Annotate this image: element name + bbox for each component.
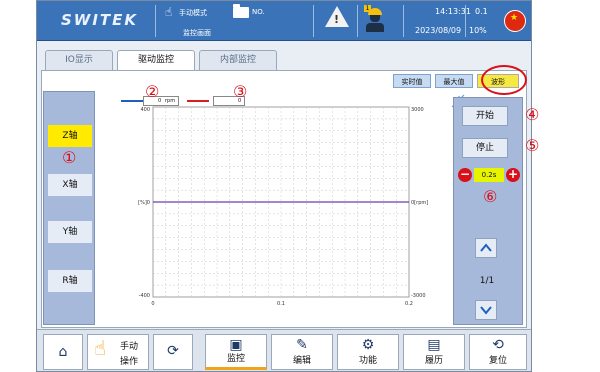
home-icon: ⌂ [58,344,68,360]
cycle-button[interactable]: ⟳ [153,334,193,370]
page-indicator: 1/1 [479,276,495,286]
page-up-button[interactable] [475,238,497,258]
nav-monitor-label: 监控 [226,354,245,364]
nav-edit-label: 编辑 [292,356,311,366]
axis-button-x[interactable]: X轴 [48,174,92,196]
y-left-tick-label: 400 [140,107,150,113]
folder-icon [233,4,249,18]
nav-history[interactable]: ▤ 履历 [403,334,465,370]
annotation-marker-2: ② [145,82,160,101]
tab-internal-monitor[interactable]: 内部监控 [199,50,277,70]
speed-value: 0.1 [475,7,488,16]
nav-reset-label: 复位 [488,356,507,366]
nav-function-label: 功能 [358,356,377,366]
wave-control-panel: 开始 停止 − 0.2s + 1/1 [453,97,523,325]
operator-level-badge: 1 [364,5,371,12]
reset-icon: ⟲ [492,337,504,353]
decrease-icon[interactable]: − [458,168,472,182]
nav-reset[interactable]: ⟲ 复位 [469,334,527,370]
increase-icon[interactable]: + [506,168,520,182]
monitor-icon: ▣ [229,337,243,353]
manual-label-line2: 操作 [120,357,139,367]
language-flag-icon[interactable]: ★ [504,10,526,32]
page-down-button[interactable] [475,300,497,320]
axis-button-z[interactable]: Z轴 [48,125,92,147]
header-bar: SWITEK ☝ 手动模式 监控画面 NO. ! 1 14:13:31 2023… [37,1,531,41]
y-right-tick-label: 0[rpm] [411,200,428,206]
nav-function[interactable]: ⚙ 功能 [337,334,399,370]
hand-mode-icon: ☝ [165,5,173,19]
series1-legend-unit: rpm [165,98,176,104]
annotation-marker-1: ① [62,148,77,167]
clock-date: 2023/08/09 [415,26,462,35]
sample-interval-value[interactable]: 0.2s [474,168,504,182]
header-divider [313,5,314,37]
warning-mark: ! [334,13,340,26]
gear-icon: ⚙ [361,337,375,353]
series1-legend-swatch [121,100,143,102]
header-divider [155,5,156,37]
bottom-nav: ⌂ ☝ 手动 操作 ⟳ ▣ 监控 ✎ 编辑 ⚙ 功能 ▤ 履历 ⟲ 复位 [37,329,531,371]
x-tick-label: 0.2 [405,301,413,307]
header-divider [403,5,404,37]
stop-button[interactable]: 停止 [462,138,508,158]
speed-percent[interactable]: 10% [469,26,487,35]
brand-logo: SWITEK [61,11,139,29]
header-divider [357,5,358,37]
y-left-tick-label: [%]0 [138,200,150,206]
annotation-marker-6: ⑥ [483,187,498,206]
header-divider [465,5,466,37]
nav-history-label: 履历 [424,356,443,366]
y-left-tick-label: -400 [139,293,150,299]
home-button[interactable]: ⌂ [43,334,83,370]
hmi-frame: SWITEK ☝ 手动模式 监控画面 NO. ! 1 14:13:31 2023… [36,0,539,372]
manual-label-line1: 手动 [120,342,139,352]
axis-selector: Z轴 X轴 Y轴 R轴 ① [43,91,95,325]
edit-icon: ✎ [296,337,308,353]
y-right-tick-label: -3000 [411,293,426,299]
annotation-marker-5: ⑤ [525,136,540,155]
start-button[interactable]: 开始 [462,106,508,126]
annotation-marker-4: ④ [525,105,540,124]
operator-face [370,15,380,22]
program-no-label[interactable]: NO. [252,8,265,16]
annotation-marker-3: ③ [233,82,248,101]
waveform-highlight-ring [481,65,527,95]
operator-body [366,23,384,32]
max-value-button[interactable]: 最大值 [435,74,473,88]
realtime-value-button[interactable]: 实时值 [393,74,431,88]
screen-label: 监控画面 [183,29,211,37]
y-right-tick-label: 3000 [411,107,424,113]
tab-drive-monitor[interactable]: 驱动监控 [117,50,195,71]
mode-label: 手动模式 [179,9,207,17]
manual-operation-button[interactable]: ☝ 手动 操作 [87,334,149,370]
flag-star-icon: ★ [510,13,519,23]
tab-io-display[interactable]: IO显示 [45,50,113,70]
hand-icon: ☝ [94,336,107,360]
chevron-up-icon [480,243,492,252]
nav-monitor[interactable]: ▣ 监控 [205,334,267,370]
waveform-chart: 400 [%]0 -400 3000 0[rpm] -3000 0 0.1 0.2 [95,91,455,325]
waveform-chart-svg: 400 [%]0 -400 3000 0[rpm] -3000 0 0.1 0.2 [138,106,428,307]
nav-edit[interactable]: ✎ 编辑 [271,334,333,370]
series2-legend-swatch [187,100,209,102]
document-icon: ▤ [427,337,441,353]
x-tick-label: 0.1 [277,301,285,307]
axis-button-r[interactable]: R轴 [48,270,92,292]
axis-button-y[interactable]: Y轴 [48,221,92,243]
cycle-icon: ⟳ [167,343,179,359]
x-tick-label: 0 [151,301,154,307]
chevron-down-icon [480,306,492,315]
